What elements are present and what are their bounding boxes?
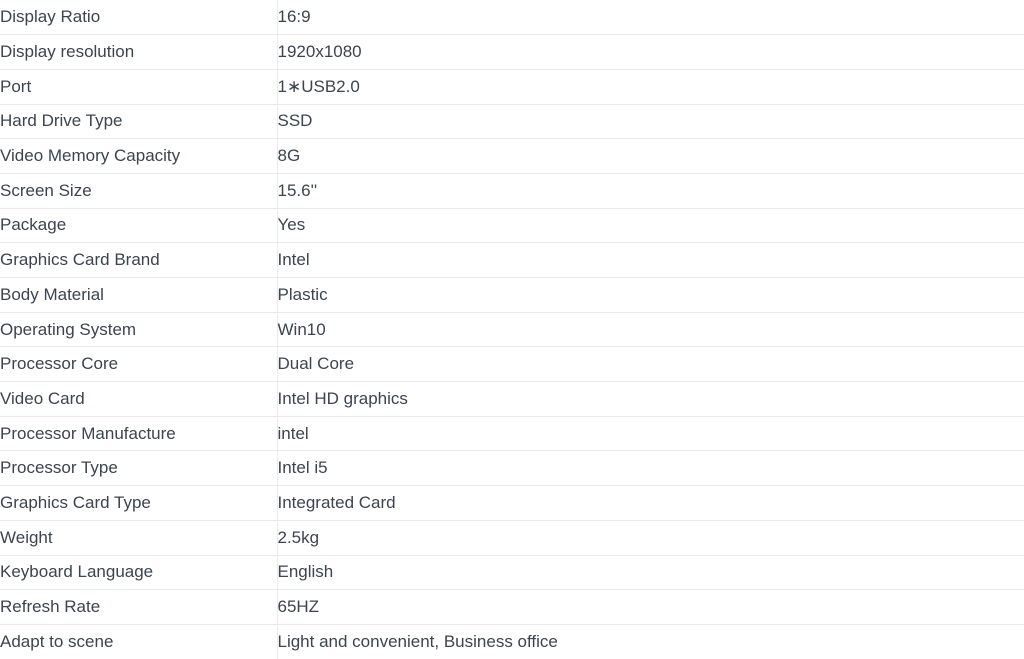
table-row: Adapt to scene Light and convenient, Busi…	[0, 623, 1024, 659]
table-row: Operating System Win10	[0, 311, 1024, 347]
table-row: Body Material Plastic	[0, 277, 1024, 313]
table-row: Screen Size 15.6''	[0, 172, 1024, 209]
spec-name-cell: Refresh Rate	[0, 589, 278, 625]
spec-value-cell: 15.6''	[277, 172, 1024, 209]
table-row: Package Yes	[0, 207, 1024, 243]
spec-name-cell: Video Card	[0, 381, 278, 417]
spec-value-cell: 2.5kg	[277, 519, 1024, 555]
table-row: Display resolution 1920x1080	[0, 34, 1024, 70]
table-row: Video Memory Capacity 8G	[0, 138, 1024, 174]
spec-name-cell: Body Material	[0, 277, 278, 313]
spec-value-cell: Yes	[277, 207, 1024, 243]
spec-value-cell: English	[277, 554, 1024, 590]
spec-name-cell: Screen Size	[0, 172, 278, 209]
specification-table: Display Ratio 16:9 Display resolution 1920x…	[0, 0, 1024, 659]
spec-value-cell: Plastic	[277, 277, 1024, 313]
spec-name-cell: Port	[0, 68, 278, 105]
spec-value-cell: Intel	[277, 242, 1024, 278]
spec-value-cell: 1920x1080	[277, 34, 1024, 70]
spec-value-cell: 1∗USB2.0	[277, 68, 1024, 105]
table-row: Refresh Rate 65HZ	[0, 589, 1024, 625]
table-row: Weight 2.5kg	[0, 519, 1024, 555]
table-row: Graphics Card Type Integrated Card	[0, 485, 1024, 521]
spec-name-cell: Weight	[0, 519, 278, 555]
spec-name-cell: Display Ratio	[0, 0, 278, 35]
spec-value-cell: Win10	[277, 311, 1024, 347]
spec-name-cell: Operating System	[0, 311, 278, 347]
table-row: Video Card Intel HD graphics	[0, 381, 1024, 417]
spec-value-cell: Intel i5	[277, 450, 1024, 486]
spec-name-cell: Keyboard Language	[0, 554, 278, 590]
spec-value-cell: intel	[277, 415, 1024, 451]
spec-name-cell: Processor Core	[0, 346, 278, 382]
spec-name-cell: Package	[0, 207, 278, 243]
spec-value-cell: Light and convenient, Business office	[277, 623, 1024, 659]
spec-name-cell: Hard Drive Type	[0, 103, 278, 139]
table-row: Processor Type Intel i5	[0, 450, 1024, 486]
table-row: Hard Drive Type SSD	[0, 103, 1024, 139]
specification-table-body: Display Ratio 16:9 Display resolution 1920x…	[0, 0, 1024, 659]
table-row: Processor Manufacture intel	[0, 415, 1024, 451]
table-row: Processor Core Dual Core	[0, 346, 1024, 382]
spec-name-cell: Processor Manufacture	[0, 415, 278, 451]
spec-name-cell: Processor Type	[0, 450, 278, 486]
spec-value-cell: 8G	[277, 138, 1024, 174]
table-row: Display Ratio 16:9	[0, 0, 1024, 35]
spec-name-cell: Adapt to scene	[0, 623, 278, 659]
spec-name-cell: Display resolution	[0, 34, 278, 70]
table-row: Port 1∗USB2.0	[0, 68, 1024, 105]
spec-value-cell: 65HZ	[277, 589, 1024, 625]
spec-name-cell: Graphics Card Brand	[0, 242, 278, 278]
spec-value-cell: 16:9	[277, 7, 311, 27]
table-row: Graphics Card Brand Intel	[0, 242, 1024, 278]
spec-value-cell: SSD	[277, 103, 1024, 139]
spec-value-cell: Integrated Card	[277, 485, 1024, 521]
spec-name-cell: Graphics Card Type	[0, 485, 278, 521]
spec-value-cell: Intel HD graphics	[277, 381, 1024, 417]
spec-name-cell: Video Memory Capacity	[0, 138, 278, 174]
table-row: Keyboard Language English	[0, 554, 1024, 590]
spec-value-cell: Dual Core	[277, 346, 1024, 382]
